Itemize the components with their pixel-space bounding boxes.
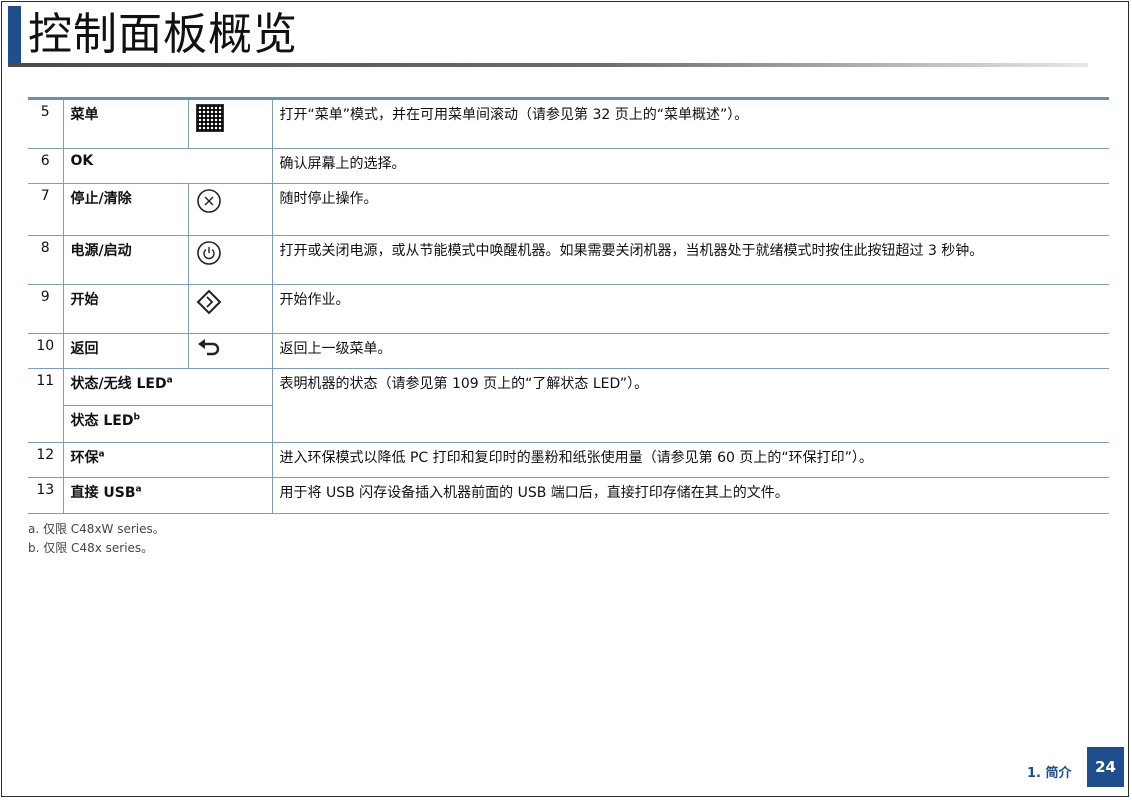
title-accent-bar xyxy=(8,6,21,66)
row-number: 6 xyxy=(28,148,64,184)
control-name: 开始 xyxy=(62,284,189,334)
title-underline xyxy=(8,63,1088,67)
control-description: 确认屏幕上的选择。 xyxy=(271,148,1109,184)
table-row: 8 电源/启动 打开或关闭电源，或从节能模式中唤醒机器。如果需要关闭机器，当机器… xyxy=(28,235,1109,285)
control-name: 电源/启动 xyxy=(62,235,189,285)
row-number: 10 xyxy=(28,333,64,369)
section-label[interactable]: 1. 简介 xyxy=(1027,762,1072,781)
control-name: 停止/清除 xyxy=(62,183,189,236)
table-row: 11 状态/无线 LEDa 表明机器的状态（请参见第 109 页上的“了解状态 … xyxy=(28,368,1109,443)
menu-qr-icon xyxy=(187,97,273,149)
control-name: 环保a xyxy=(62,442,273,478)
stop-clear-icon xyxy=(187,183,273,236)
control-name: OK xyxy=(62,148,273,184)
table-row: 6 OK 确认屏幕上的选择。 xyxy=(28,148,1109,184)
page-number-badge: 24 xyxy=(1087,747,1124,787)
back-arrow-icon xyxy=(187,333,273,369)
row-number: 9 xyxy=(28,284,64,334)
control-description: 随时停止操作。 xyxy=(271,183,1109,236)
power-icon xyxy=(187,235,273,285)
control-description: 开始作业。 xyxy=(271,284,1109,334)
control-description: 打开或关闭电源，或从节能模式中唤醒机器。如果需要关闭机器，当机器处于就绪模式时按… xyxy=(271,235,1109,285)
control-panel-table: 5 菜单 打开“菜单”模式，并在可用菜单间滚动（请参见第 32 页上的“菜单概述… xyxy=(28,97,1109,514)
control-name: 返回 xyxy=(62,333,189,369)
footnote: b. 仅限 C48x series。 xyxy=(28,541,154,555)
row-number: 5 xyxy=(28,97,64,149)
control-name: 状态 LEDb xyxy=(63,405,272,443)
control-description: 表明机器的状态（请参见第 109 页上的“了解状态 LED”）。 xyxy=(271,368,1109,443)
footnotes: a. 仅限 C48xW series。 b. 仅限 C48x series。 xyxy=(28,520,165,558)
control-description: 返回上一级菜单。 xyxy=(271,333,1109,369)
row-number: 12 xyxy=(28,442,64,478)
control-name: 直接 USBa xyxy=(62,477,273,514)
control-description: 用于将 USB 闪存设备插入机器前面的 USB 端口后，直接打印存储在其上的文件… xyxy=(271,477,1109,514)
row-number: 7 xyxy=(28,183,64,236)
footnote: a. 仅限 C48xW series。 xyxy=(28,522,165,536)
row-number: 11 xyxy=(28,368,64,443)
control-description: 进入环保模式以降低 PC 打印和复印时的墨粉和纸张使用量（请参见第 60 页上的… xyxy=(271,442,1109,478)
table-row: 13 直接 USBa 用于将 USB 闪存设备插入机器前面的 USB 端口后，直… xyxy=(28,477,1109,514)
table-row: 12 环保a 进入环保模式以降低 PC 打印和复印时的墨粉和纸张使用量（请参见第… xyxy=(28,442,1109,478)
row-number: 8 xyxy=(28,235,64,285)
table-row: 7 停止/清除 随时停止操作。 xyxy=(28,183,1109,236)
control-name: 菜单 xyxy=(62,97,189,149)
row-number: 13 xyxy=(28,477,64,514)
page-title: 控制面板概览 xyxy=(28,9,298,60)
table-row: 10 返回 返回上一级菜单。 xyxy=(28,333,1109,369)
table-row: 9 开始 开始作业。 xyxy=(28,284,1109,334)
start-diamond-icon xyxy=(187,284,273,334)
control-name: 状态/无线 LEDa xyxy=(62,368,273,406)
control-description: 打开“菜单”模式，并在可用菜单间滚动（请参见第 32 页上的“菜单概述”）。 xyxy=(271,97,1109,149)
table-row: 5 菜单 打开“菜单”模式，并在可用菜单间滚动（请参见第 32 页上的“菜单概述… xyxy=(28,97,1109,149)
